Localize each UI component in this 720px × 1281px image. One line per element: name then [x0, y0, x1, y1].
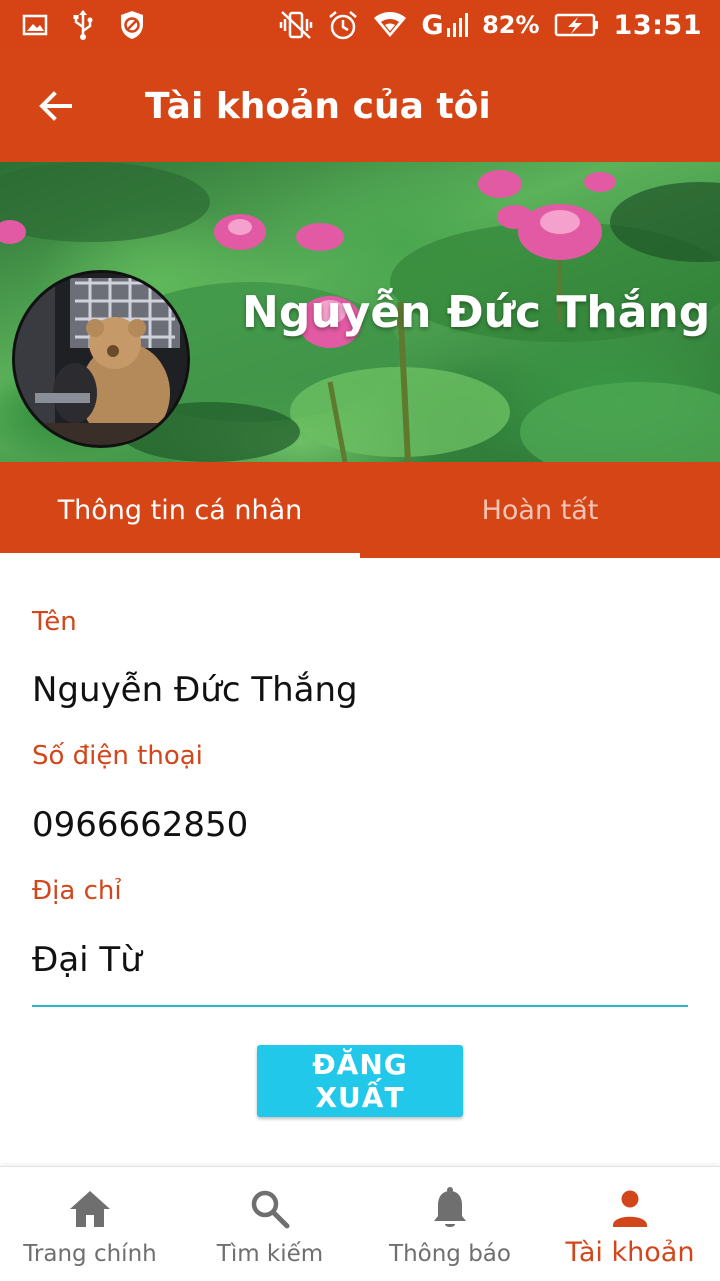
clock: 13:51: [613, 9, 702, 41]
name-field[interactable]: Nguyễn Đức Thắng: [32, 670, 358, 710]
wifi-icon: [373, 11, 407, 39]
image-notification-icon: [22, 13, 48, 37]
nav-label-notifications: Thông báo: [389, 1241, 511, 1267]
address-field[interactable]: Đại Từ: [32, 940, 142, 980]
avatar-photo: [15, 273, 187, 445]
nav-item-notifications[interactable]: Thông báo: [360, 1167, 540, 1281]
home-icon: [70, 1191, 110, 1227]
profile-header-banner: Nguyễn Đức Thắng: [0, 162, 720, 462]
nav-label-search: Tìm kiếm: [216, 1241, 324, 1267]
back-button[interactable]: [28, 78, 84, 134]
arrow-back-icon: [39, 91, 72, 121]
person-icon: [613, 1190, 647, 1227]
avatar[interactable]: [12, 270, 190, 448]
status-system-icons: G 82% 13:51: [279, 8, 702, 42]
battery-charging-icon: [554, 12, 600, 38]
address-label: Địa chỉ: [32, 876, 122, 906]
signal-icon: [446, 12, 469, 38]
bottom-navigation: Trang chính Tìm kiếm Thông báo Tài khoản: [0, 1166, 720, 1281]
nav-item-account[interactable]: Tài khoản: [540, 1167, 720, 1281]
tab-complete[interactable]: Hoàn tất: [360, 462, 720, 558]
vibrate-mute-icon: [279, 9, 313, 41]
phone-label: Số điện thoại: [32, 741, 203, 771]
usb-icon: [72, 9, 94, 41]
name-label: Tên: [32, 607, 77, 637]
phone-field[interactable]: 0966662850: [32, 805, 248, 845]
tab-personal-info[interactable]: Thông tin cá nhân: [0, 462, 360, 558]
page-title: Tài khoản của tôi: [145, 86, 491, 127]
bell-icon: [434, 1187, 466, 1227]
app-bar: Tài khoản của tôi: [0, 50, 720, 162]
profile-name: Nguyễn Đức Thắng: [242, 287, 711, 338]
alarm-icon: [327, 9, 359, 41]
nav-item-search[interactable]: Tìm kiếm: [180, 1167, 360, 1281]
status-notification-icons: [22, 8, 146, 42]
status-bar: G 82% 13:51: [0, 0, 720, 50]
nav-label-home: Trang chính: [23, 1241, 157, 1267]
search-icon: [251, 1190, 290, 1229]
network-type: G: [421, 9, 445, 41]
nav-item-home[interactable]: Trang chính: [0, 1167, 180, 1281]
tab-active-indicator: [0, 553, 360, 558]
logout-button[interactable]: ĐĂNG XUẤT: [257, 1045, 463, 1117]
shield-block-icon: [118, 9, 146, 41]
battery-percent: 82%: [482, 11, 540, 39]
profile-tabs: Thông tin cá nhân Hoàn tất: [0, 462, 720, 558]
nav-label-account: Tài khoản: [565, 1237, 695, 1268]
address-field-underline: [32, 1005, 688, 1007]
